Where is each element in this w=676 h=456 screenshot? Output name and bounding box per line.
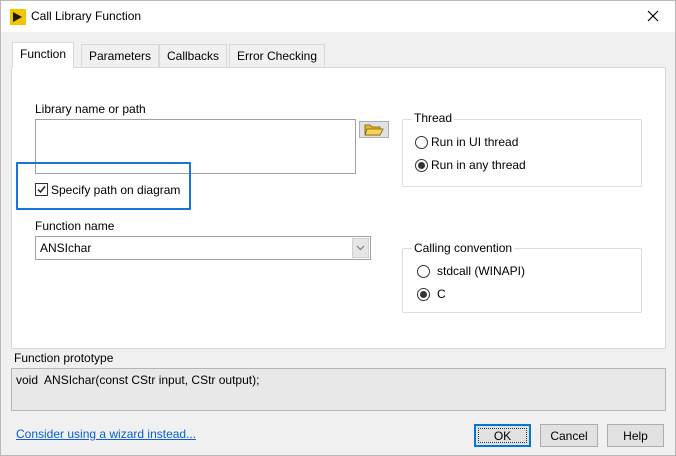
thread-groupbox (402, 119, 642, 187)
cancel-button[interactable]: Cancel (540, 424, 598, 447)
window-title: Call Library Function (31, 9, 142, 23)
tab-callbacks-label: Callbacks (167, 49, 220, 63)
radio-selected-dot (420, 291, 427, 298)
run-in-ui-thread-label[interactable]: Run in UI thread (431, 135, 518, 149)
checkmark-icon (37, 186, 46, 194)
specify-path-label[interactable]: Specify path on diagram (51, 183, 180, 197)
title-bar: Call Library Function (1, 1, 675, 32)
radio-selected-dot (418, 162, 425, 169)
help-button[interactable]: Help (607, 424, 664, 447)
c-convention-label[interactable]: C (437, 287, 446, 301)
stdcall-radio[interactable] (417, 265, 430, 278)
tab-function-label: Function (20, 47, 67, 61)
tab-callbacks[interactable]: Callbacks (159, 44, 228, 67)
close-icon (647, 10, 659, 22)
cancel-button-label: Cancel (550, 428, 588, 443)
calling-convention-groupbox (402, 248, 642, 313)
tab-error-checking[interactable]: Error Checking (229, 44, 326, 67)
wizard-link[interactable]: Consider using a wizard instead... (16, 427, 196, 441)
function-prototype-text: void ANSIchar(const CStr input, CStr out… (16, 373, 260, 387)
close-button[interactable] (631, 1, 675, 31)
chevron-down-icon (356, 245, 365, 251)
tab-error-checking-label: Error Checking (237, 49, 318, 63)
dropdown-arrow-button[interactable] (352, 238, 369, 258)
call-library-function-dialog: Call Library Function Function Parameter… (0, 0, 676, 456)
function-name-label: Function name (35, 219, 115, 233)
stdcall-label[interactable]: stdcall (WINAPI) (437, 264, 525, 278)
help-button-label: Help (623, 428, 648, 443)
tab-parameters[interactable]: Parameters (81, 44, 160, 67)
run-in-any-thread-radio[interactable] (415, 159, 428, 172)
function-prototype-box: void ANSIchar(const CStr input, CStr out… (11, 368, 666, 411)
focus-rect (478, 428, 527, 443)
function-name-value: ANSIchar (40, 241, 92, 255)
labview-app-icon (10, 9, 26, 25)
function-name-dropdown[interactable]: ANSIchar (35, 236, 371, 260)
browse-button[interactable] (359, 121, 389, 138)
library-path-label: Library name or path (35, 102, 146, 116)
run-in-ui-thread-radio[interactable] (415, 136, 428, 149)
specify-path-checkbox[interactable] (35, 183, 48, 196)
thread-group-title: Thread (412, 111, 455, 125)
tab-function[interactable]: Function (12, 42, 75, 68)
folder-icon (364, 124, 384, 136)
run-in-any-thread-label[interactable]: Run in any thread (431, 158, 526, 172)
c-convention-radio[interactable] (417, 288, 430, 301)
function-prototype-label: Function prototype (14, 351, 114, 365)
calling-convention-group-title: Calling convention (412, 241, 515, 255)
ok-button[interactable]: OK (474, 424, 531, 447)
tab-parameters-label: Parameters (89, 49, 152, 63)
